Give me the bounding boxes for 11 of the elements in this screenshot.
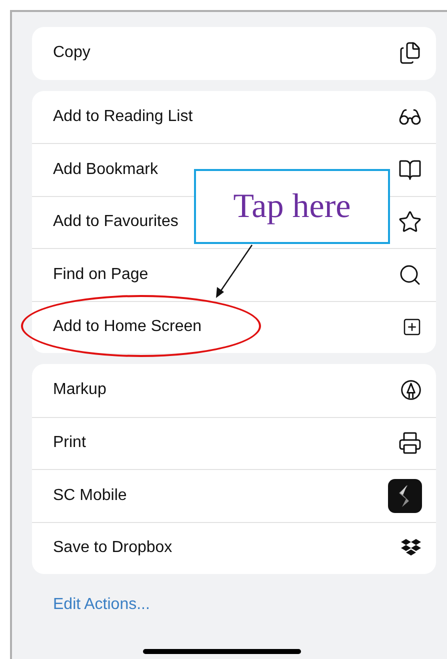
menu-item-label: Copy	[53, 43, 90, 64]
menu-item-label: SC Mobile	[53, 486, 127, 506]
menu-item-label: Markup	[53, 380, 106, 400]
menu-item-label: Add to Favourites	[53, 212, 178, 232]
menu-item-label: Add Bookmark	[53, 160, 158, 180]
menu-item-label: Save to Dropbox	[53, 538, 172, 558]
menu-item-label: Add to Reading List	[53, 106, 193, 127]
callout-text: Tap here	[233, 186, 351, 226]
menu-item-label: Add to Home Screen	[53, 317, 202, 338]
menu-item-label: Print	[53, 433, 86, 454]
menu-item-label: Find on Page	[53, 264, 148, 285]
